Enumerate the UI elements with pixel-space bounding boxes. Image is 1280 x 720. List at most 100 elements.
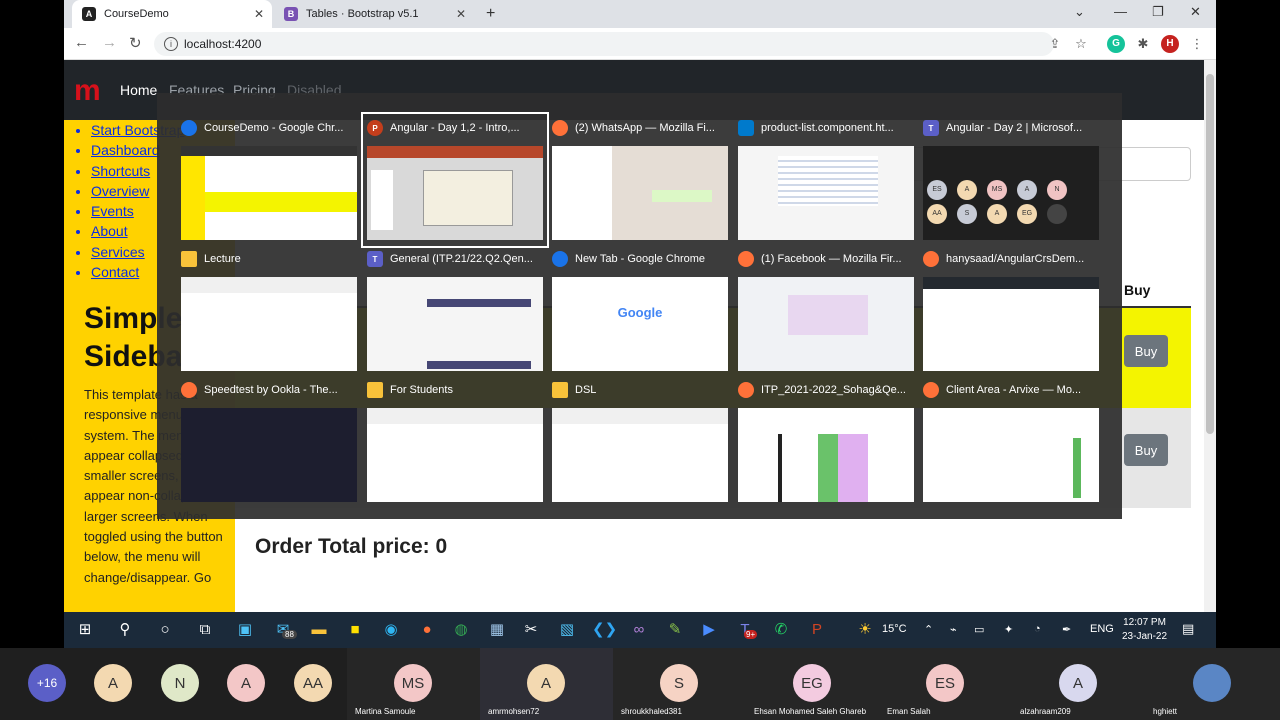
switcher-window[interactable]: Lecture (181, 249, 357, 373)
switcher-window-selected[interactable]: P Angular - Day 1,2 - Intro,... (361, 112, 549, 248)
url-text: localhost:4200 (184, 37, 262, 51)
nav-home[interactable]: Home (120, 82, 157, 98)
forward-arrow-icon[interactable]: → (102, 34, 117, 51)
switcher-window[interactable]: hanysaad/AngularCrsDem... (923, 249, 1099, 373)
window-thumbnail: ES A MS A N AA S A EG (923, 146, 1099, 240)
weather-temp[interactable]: 15°C (882, 623, 907, 635)
chevron-up-icon[interactable]: ⌃ (924, 623, 933, 636)
participant-avatar: MS (394, 664, 432, 702)
site-info-icon[interactable]: i (164, 37, 178, 51)
sticky-notes-icon[interactable]: ■ (344, 620, 366, 640)
window-thumbnail (367, 408, 543, 502)
switcher-window[interactable]: product-list.component.ht... (738, 118, 914, 242)
firefox-icon[interactable]: ● (416, 620, 438, 640)
store-icon[interactable]: ▣ (234, 620, 256, 640)
table-header-buy: Buy (1124, 282, 1151, 298)
profile-avatar[interactable]: H (1161, 35, 1179, 53)
weather-icon[interactable]: ☀ (854, 620, 876, 640)
grammarly-icon[interactable]: G (1107, 35, 1125, 53)
search-icon[interactable]: ⚲ (114, 620, 136, 640)
language-indicator[interactable]: ENG (1090, 623, 1114, 635)
dropbox-icon[interactable]: ✦ (1004, 623, 1013, 636)
whatsapp-icon[interactable]: ✆ (770, 620, 792, 640)
file-explorer-icon[interactable]: ▬ (308, 620, 330, 640)
clock[interactable]: 12:07 PM 23-Jan-22 (1122, 616, 1167, 644)
battery-icon[interactable]: ▭ (974, 623, 984, 636)
firefox-icon (738, 382, 754, 398)
close-window-icon[interactable]: ✕ (1190, 4, 1201, 20)
wifi-icon[interactable]: ◔ (1034, 623, 1041, 635)
bookmark-star-icon[interactable]: ☆ (1072, 35, 1090, 53)
switcher-window[interactable]: T General (ITP.21/22.Q2.Qen... (367, 249, 543, 373)
powerpoint-icon[interactable]: P (806, 620, 828, 640)
chrome-icon (181, 120, 197, 136)
menu-kebab-icon[interactable]: ⋮ (1188, 35, 1206, 53)
switcher-window[interactable]: ITP_2021-2022_Sohag&Qe... (738, 380, 914, 504)
window-title: hanysaad/AngularCrsDem... (946, 253, 1085, 265)
visual-studio-icon[interactable]: ∞ (628, 620, 650, 640)
snip-icon[interactable]: ✂ (520, 620, 542, 640)
reload-icon[interactable]: ↻ (129, 34, 142, 52)
angular-icon: A (82, 7, 96, 21)
switcher-window[interactable]: For Students (367, 380, 543, 504)
participant-avatar: ES (926, 664, 964, 702)
switcher-window[interactable]: Client Area - Arvixe — Mo... (923, 380, 1099, 504)
tool-icon[interactable]: ✎ (664, 620, 686, 640)
switcher-window[interactable]: T Angular - Day 2 | Microsof... ES A MS A… (923, 118, 1099, 242)
restore-icon[interactable]: ❐ (1152, 4, 1164, 20)
chrome-icon[interactable]: ◍ (450, 620, 472, 640)
page-scrollbar[interactable] (1204, 60, 1216, 612)
task-view-icon[interactable]: ⧉ (194, 620, 216, 640)
cortana-icon[interactable]: ○ (154, 620, 176, 640)
participant-name: Martina Samoule (355, 707, 416, 716)
participant-avatar: ES (927, 180, 947, 200)
more-participants-badge[interactable]: +16 (28, 664, 66, 702)
extensions-puzzle-icon[interactable]: ✱ (1134, 35, 1152, 53)
new-tab-plus-icon[interactable]: + (486, 5, 495, 23)
notification-icon[interactable]: ▤ (1182, 621, 1194, 637)
participant-name: alzahraam209 (1020, 707, 1071, 716)
buy-button[interactable]: Buy (1124, 434, 1168, 466)
teams-badge: 9+ (744, 630, 758, 639)
tab-search-chevron-icon[interactable]: ⌄ (1074, 4, 1085, 20)
scrollbar-thumb[interactable] (1206, 74, 1214, 434)
url-input[interactable]: i localhost:4200 (154, 32, 1054, 56)
switcher-window[interactable]: DSL (552, 380, 728, 504)
window-thumbnail (552, 146, 728, 240)
participant-tile: MS Martina Samoule (347, 648, 480, 720)
calculator-icon[interactable]: ▦ (486, 620, 508, 640)
vscode-icon[interactable]: ❮❯ (592, 620, 617, 640)
window-thumbnail (552, 408, 728, 502)
window-thumbnail (367, 277, 543, 371)
switcher-window[interactable]: New Tab - Google Chrome Google (552, 249, 728, 373)
firefox-icon (923, 382, 939, 398)
network-icon[interactable]: ⌁ (950, 623, 957, 636)
minimize-icon[interactable]: — (1114, 4, 1127, 19)
window-title: (2) WhatsApp — Mozilla Fi... (575, 122, 715, 134)
task-switcher-overlay: CourseDemo - Google Chr... P Angular - Da… (157, 93, 1122, 519)
photos-icon[interactable]: ▧ (556, 620, 578, 640)
share-icon[interactable]: ⇪ (1046, 35, 1064, 53)
participant-avatar: AA (294, 664, 332, 702)
window-title: For Students (390, 384, 453, 396)
zoom-icon[interactable]: ▶ (698, 620, 720, 640)
window-title: New Tab - Google Chrome (575, 253, 706, 265)
buy-button[interactable]: Buy (1124, 335, 1168, 367)
switcher-window[interactable]: (2) WhatsApp — Mozilla Fi... (552, 118, 728, 242)
switcher-window[interactable]: CourseDemo - Google Chr... (181, 118, 357, 242)
participant-avatar: N (161, 664, 199, 702)
close-tab-icon[interactable]: ✕ (254, 7, 264, 21)
switcher-window[interactable]: Speedtest by Ookla - The... (181, 380, 357, 504)
switcher-window[interactable]: (1) Facebook — Mozilla Fir... (738, 249, 914, 373)
windows-start-icon[interactable]: ⊞ (74, 620, 96, 640)
tab-bootstrap-tables[interactable]: B Tables · Bootstrap v5.1 ✕ (274, 0, 474, 28)
window-title: Client Area - Arvixe — Mo... (946, 384, 1082, 396)
close-tab-icon[interactable]: ✕ (456, 7, 466, 21)
window-title: DSL (575, 384, 597, 396)
pen-icon[interactable]: ✒ (1062, 623, 1071, 636)
brand-logo[interactable]: m (74, 75, 101, 107)
back-arrow-icon[interactable]: ← (74, 34, 89, 51)
participant-tile: ES Eman Salah (879, 648, 1012, 720)
tab-coursedemo[interactable]: A CourseDemo ✕ (72, 0, 272, 28)
edge-icon[interactable]: ◉ (380, 620, 402, 640)
